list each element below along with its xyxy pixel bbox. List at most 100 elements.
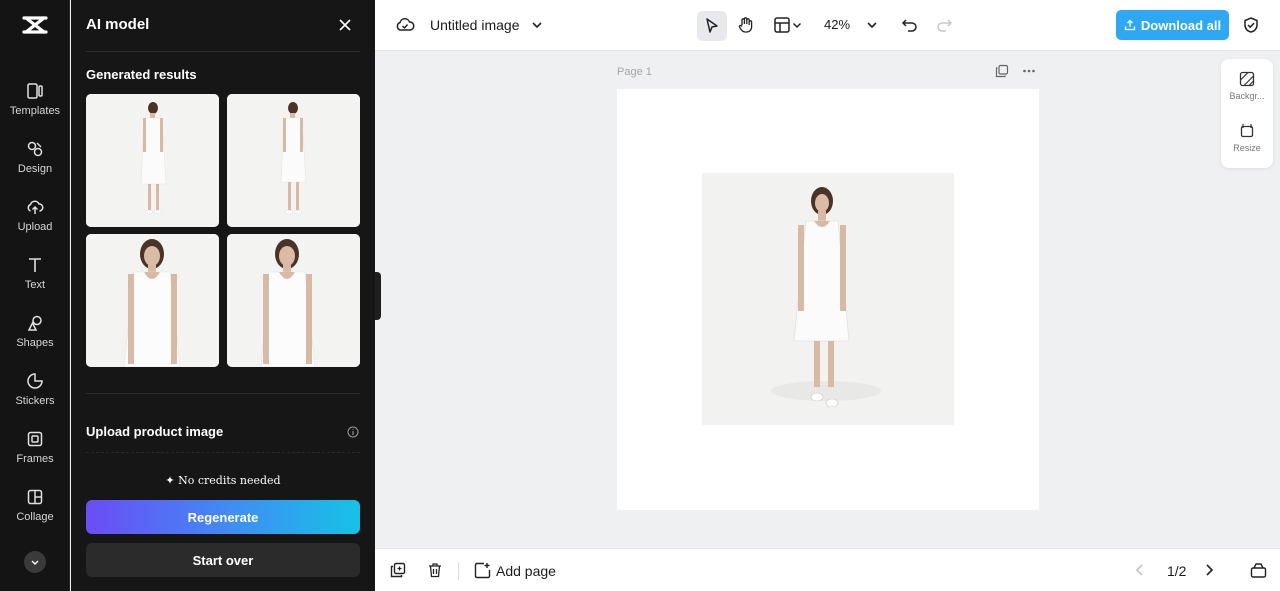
rail-item-label: Frames [16,453,54,465]
add-page-icon-button[interactable] [473,561,491,579]
credits-note: ✦ No credits needed [71,474,375,487]
more-horizontal-icon [1023,69,1035,73]
expand-more-button[interactable] [24,551,46,573]
chevron-down-icon [792,22,802,29]
pages-panel-button[interactable] [1249,561,1267,579]
rail-item-label: Shapes [16,337,54,349]
resize-tool-button[interactable]: Resize [1221,123,1273,153]
zoom-dropdown-button[interactable] [862,15,882,35]
stickers-icon [27,373,43,389]
layout-dropdown-button[interactable] [791,15,803,35]
right-floating-tools: Backgr... Resize [1221,59,1273,168]
divider [458,562,459,580]
page-label: Page 1 [617,66,652,78]
close-icon[interactable] [337,17,353,33]
cloud-save-button[interactable] [395,15,415,35]
model-photo-full-body [227,94,360,227]
generated-result-thumb-4[interactable] [227,234,360,367]
page-more-button[interactable] [1021,63,1037,79]
duplicate-button[interactable] [389,561,407,579]
panel-collapse-handle[interactable] [375,272,381,320]
title-dropdown-button[interactable] [527,15,547,35]
chevron-down-icon [532,22,542,29]
document-title[interactable]: Untitled image [430,17,520,33]
hand-icon [738,17,753,33]
security-button[interactable] [1241,15,1261,35]
upload-icon [27,200,44,214]
layers-icon [1250,562,1266,578]
undo-icon [901,19,917,32]
rail-item-label: Templates [9,105,61,117]
layout-button[interactable] [772,15,792,35]
chevron-left-icon [1135,564,1143,576]
model-photo-close-up [227,234,360,367]
add-page-icon [474,562,490,578]
duplicate-page-button[interactable] [994,63,1010,79]
undo-button[interactable] [900,15,920,35]
download-all-button[interactable]: Download all [1116,10,1229,40]
rail-item-design[interactable]: Design [0,136,70,186]
chevron-down-icon [31,560,39,565]
capcut-logo-icon[interactable] [20,12,50,38]
regenerate-button[interactable]: Regenerate [86,500,360,534]
model-photo-close-up [86,234,219,367]
templates-icon [27,83,43,99]
background-tool-button[interactable]: Backgr... [1221,71,1273,101]
design-icon [27,141,43,157]
shield-check-icon [1244,17,1258,33]
upload-product-title: Upload product image [86,424,224,439]
redo-button[interactable] [934,15,954,35]
delete-button[interactable] [426,561,444,579]
canvas-model-image[interactable] [702,173,954,425]
panel-title: AI model [86,16,150,33]
shapes-icon [27,315,42,331]
sparkle-icon: ✦ [165,474,175,487]
next-page-button[interactable] [1200,561,1218,579]
chevron-right-icon [1206,564,1214,576]
info-icon[interactable] [347,426,359,438]
left-rail: Templates Design Upload Text Shapes Stic… [0,0,70,591]
rail-item-label: Stickers [15,395,55,407]
rail-item-label: Collage [16,511,54,523]
page-indicator: 1/2 [1167,563,1187,579]
hand-tool-button[interactable] [736,15,756,35]
download-all-label: Download all [1140,17,1222,33]
rail-item-shapes[interactable]: Shapes [0,310,70,360]
bottom-toolbar: Add page 1/2 [375,548,1280,591]
chevron-down-icon [867,22,877,29]
dashed-divider [86,452,360,453]
top-toolbar: Untitled image 42% Download all [375,0,1280,51]
credits-text: No credits needed [178,474,281,487]
select-tool-button[interactable] [697,11,727,41]
rail-item-upload[interactable]: Upload [0,194,70,244]
upload-export-icon [1124,19,1136,31]
rail-item-stickers[interactable]: Stickers [0,368,70,418]
cloud-icon [396,18,415,31]
model-photo-full-body [86,94,219,227]
text-icon [29,258,41,272]
rail-item-label: Upload [17,221,53,233]
rail-item-text[interactable]: Text [0,252,70,302]
rail-item-collage[interactable]: Collage [0,484,70,534]
background-icon [1239,71,1255,87]
divider [86,51,360,52]
rail-item-label: Text [24,279,46,291]
zoom-level[interactable]: 42% [824,17,850,32]
background-tool-label: Backgr... [1229,91,1265,101]
generated-result-thumb-1[interactable] [86,94,219,227]
frames-icon [27,431,43,447]
generated-result-thumb-3[interactable] [86,234,219,367]
rail-item-label: Design [17,163,53,175]
divider [86,393,360,394]
previous-page-button[interactable] [1131,561,1149,579]
rail-item-templates[interactable]: Templates [0,78,70,128]
start-over-button[interactable]: Start over [86,543,360,577]
generated-result-thumb-2[interactable] [227,94,360,227]
add-page-button[interactable]: Add page [496,563,556,579]
generated-results-title: Generated results [86,67,197,82]
rail-item-frames[interactable]: Frames [0,426,70,476]
cursor-icon [706,18,718,33]
duplicate-icon [995,64,1009,78]
layout-icon [774,17,790,33]
duplicate-icon [390,562,406,578]
